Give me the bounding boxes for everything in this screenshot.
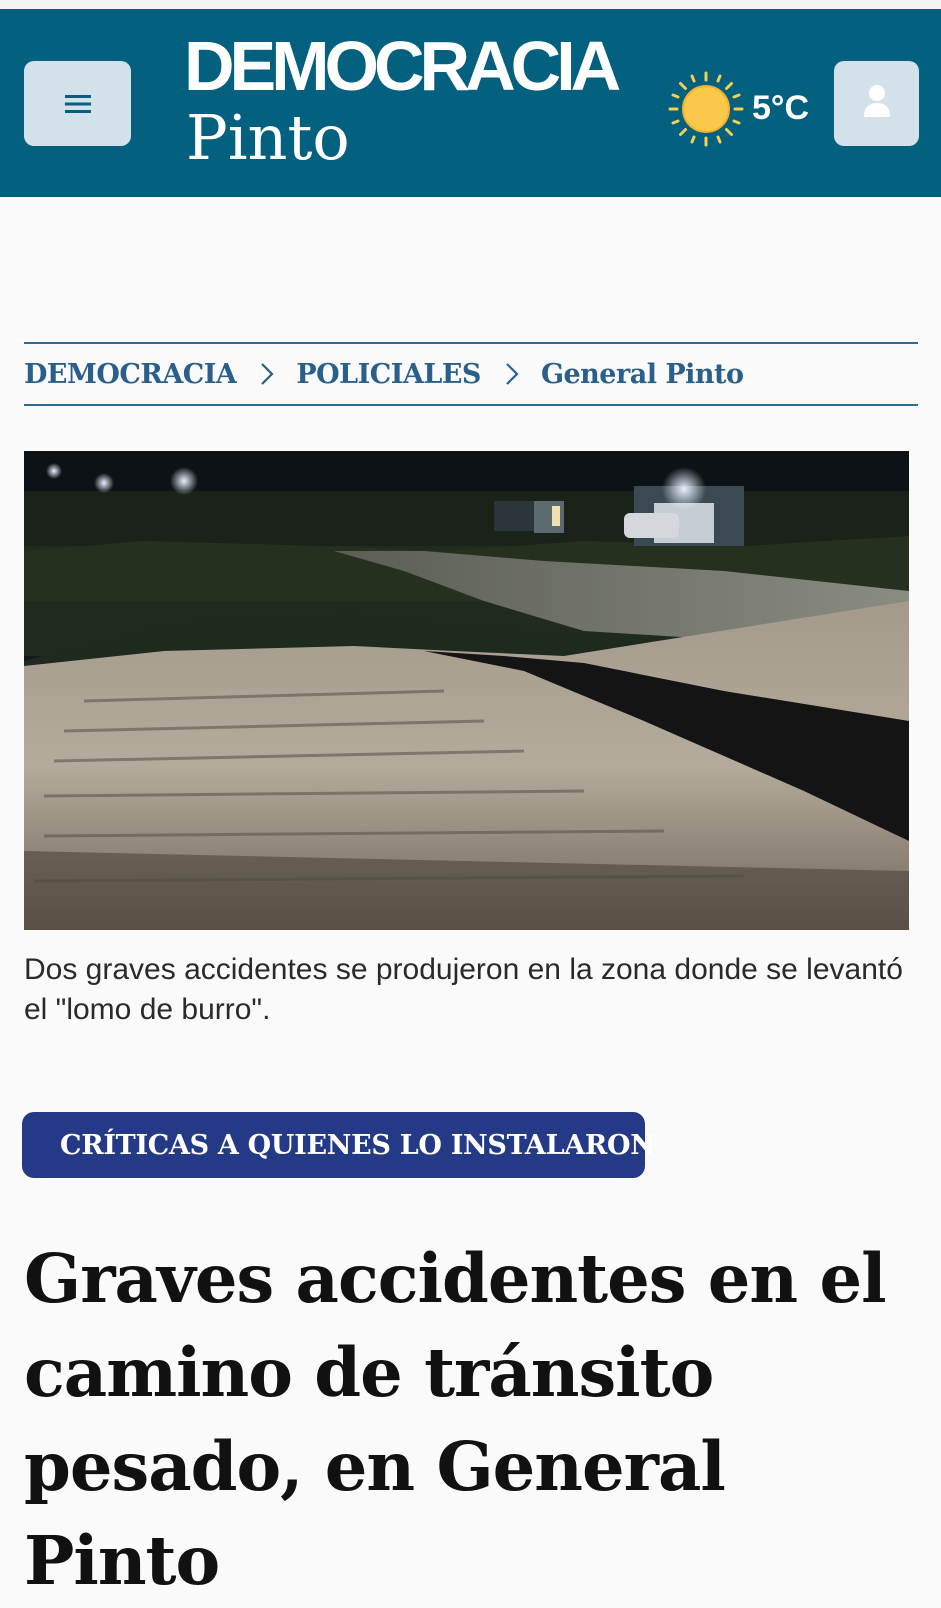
weather-widget: 5°C	[668, 71, 818, 147]
chevron-right-icon	[505, 362, 519, 386]
site-header: DEMOCRACIA Pinto 5°C	[0, 9, 941, 197]
sun-icon	[668, 71, 744, 152]
site-logo[interactable]: DEMOCRACIA Pinto	[184, 31, 624, 181]
breadcrumb-item-policiales[interactable]: POLICIALES	[296, 359, 481, 390]
chevron-right-icon	[260, 362, 274, 386]
logo-wordmark: DEMOCRACIA	[184, 27, 621, 105]
breadcrumb: DEMOCRACIA POLICIALES General Pinto	[24, 342, 918, 406]
breadcrumb-item-general-pinto[interactable]: General Pinto	[541, 359, 744, 390]
user-button[interactable]	[834, 61, 919, 146]
category-badge[interactable]: CRÍTICAS A QUIENES LO INSTALARON	[22, 1112, 655, 1178]
top-strip	[0, 0, 941, 9]
breadcrumb-item-democracia[interactable]: DEMOCRACIA	[24, 359, 237, 390]
article-headline: Graves accidentes en el camino de tránsi…	[24, 1239, 887, 1600]
photo-caption: Dos graves accidentes se produjeron en l…	[24, 953, 903, 1026]
menu-button[interactable]	[24, 61, 131, 146]
hamburger-menu-icon	[63, 92, 93, 116]
article-photo	[24, 451, 909, 930]
user-icon	[862, 83, 892, 124]
temperature: 5°C	[752, 89, 810, 127]
logo-subtitle: Pinto	[186, 101, 350, 174]
category-badge-label: CRÍTICAS A QUIENES LO INSTALARON	[60, 1129, 655, 1161]
